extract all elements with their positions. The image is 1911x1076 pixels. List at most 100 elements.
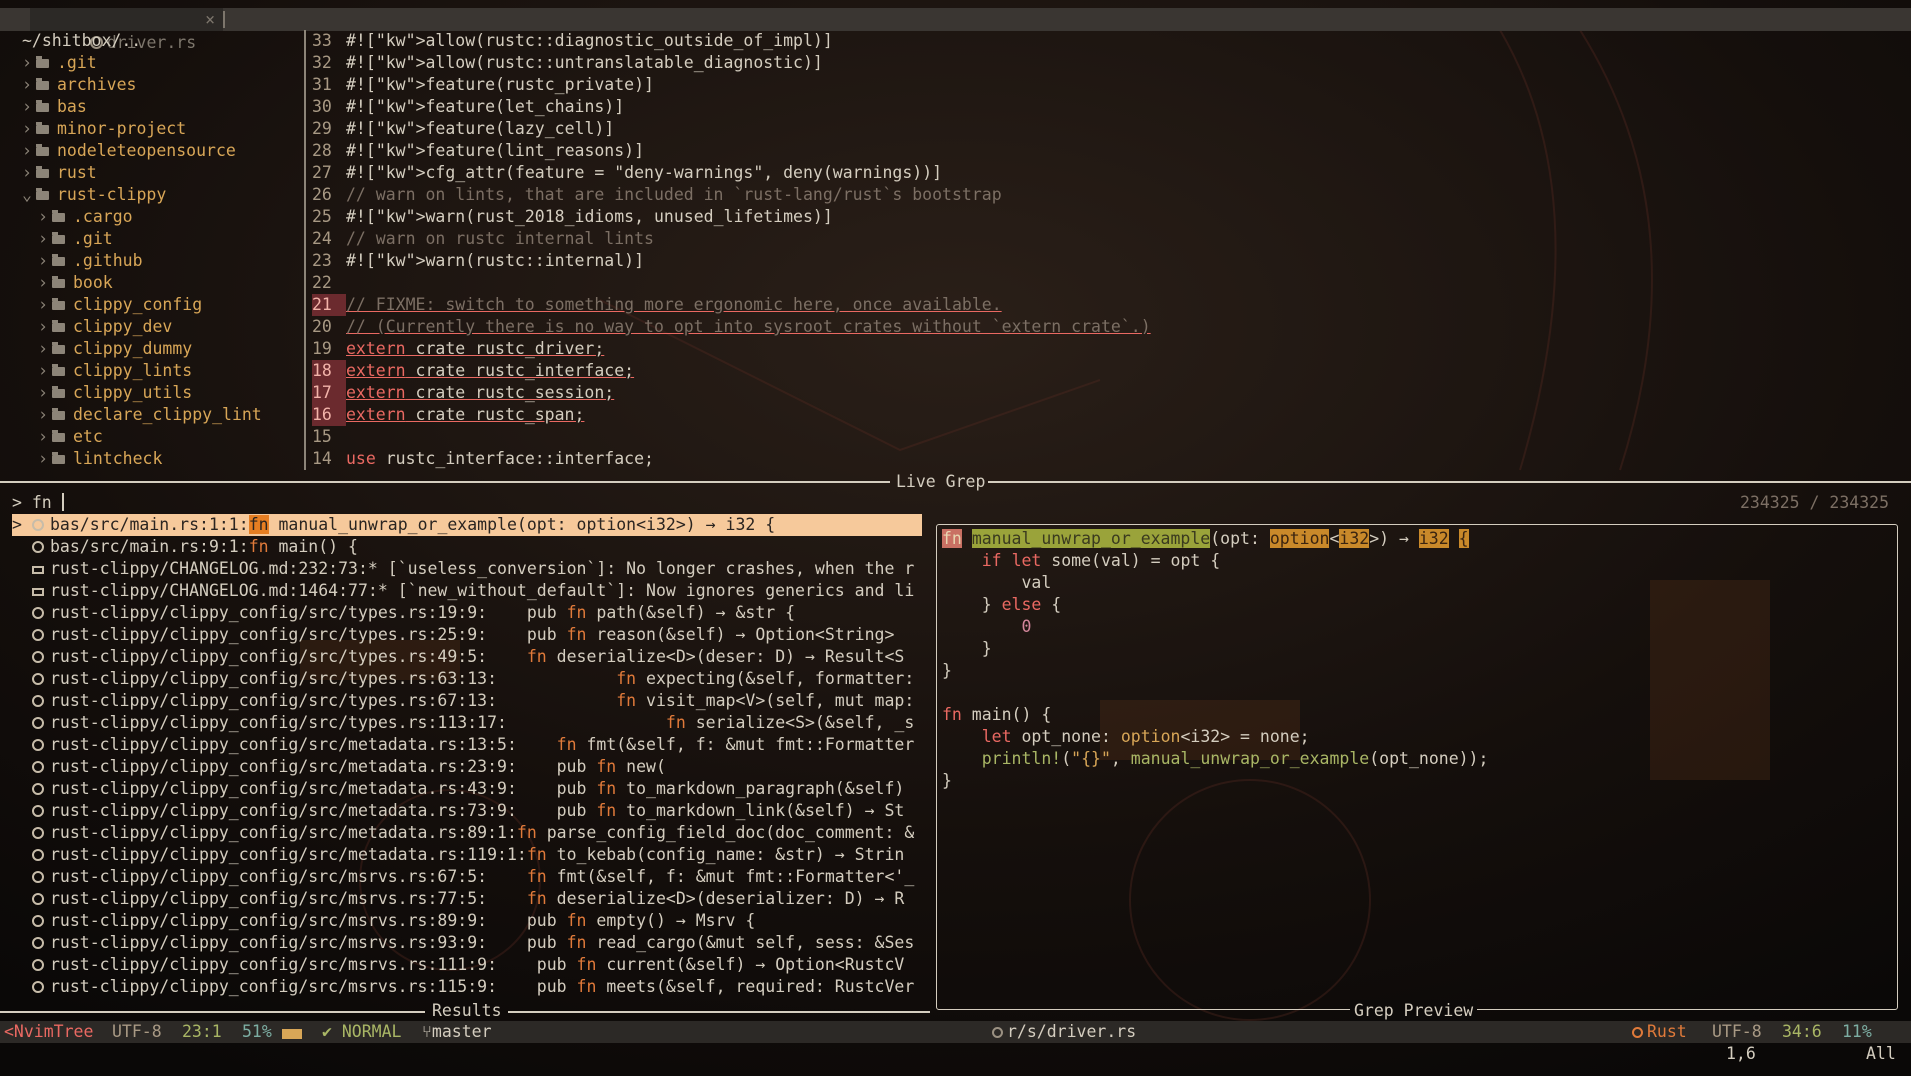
chevron-right-icon[interactable]: › xyxy=(38,404,52,426)
result-path: rust-clippy/clippy_config/src/metadata.r… xyxy=(50,757,517,776)
tree-item[interactable]: › .git xyxy=(38,228,113,250)
code-line: 15 xyxy=(312,426,1812,448)
git-branch[interactable]: ⑂master xyxy=(422,1021,492,1043)
result-row[interactable]: rust-clippy/CHANGELOG.md:1464:77:* [`new… xyxy=(12,580,922,602)
chevron-right-icon[interactable]: › xyxy=(38,272,52,294)
result-row[interactable]: > bas/src/main.rs:1:1:fn manual_unwrap_or… xyxy=(12,514,922,536)
result-row[interactable]: rust-clippy/clippy_config/src/types.rs:6… xyxy=(12,690,922,712)
grep-results-list[interactable]: > bas/src/main.rs:1:1:fn manual_unwrap_or… xyxy=(0,514,930,1014)
result-row[interactable]: rust-clippy/clippy_config/src/metadata.r… xyxy=(12,844,922,866)
rust-file-icon xyxy=(32,893,44,905)
tree-item-label: bas xyxy=(57,97,87,116)
tree-item-label: declare_clippy_lint xyxy=(73,405,262,424)
code-line: 20 // (Currently there is no way to opt i… xyxy=(312,316,1812,338)
tree-item[interactable]: › declare_clippy_lint xyxy=(38,404,262,426)
chevron-right-icon[interactable]: › xyxy=(22,162,36,184)
tree-item[interactable]: › .github xyxy=(38,250,143,272)
result-row[interactable]: rust-clippy/clippy_config/src/types.rs:2… xyxy=(12,624,922,646)
chevron-right-icon[interactable]: › xyxy=(22,118,36,140)
markdown-file-icon xyxy=(32,566,44,574)
tree-item[interactable]: › rust xyxy=(22,162,97,184)
result-row[interactable]: rust-clippy/clippy_config/src/msrvs.rs:6… xyxy=(12,866,922,888)
tree-item[interactable]: › .git xyxy=(22,52,97,74)
chevron-right-icon[interactable]: › xyxy=(38,206,52,228)
result-text: pub xyxy=(516,801,597,820)
chevron-right-icon[interactable]: › xyxy=(38,228,52,250)
chevron-right-icon[interactable]: › xyxy=(38,338,52,360)
tree-item-label: etc xyxy=(73,427,103,446)
chevron-right-icon[interactable]: › xyxy=(22,96,36,118)
result-path: rust-clippy/clippy_config/src/types.rs:2… xyxy=(50,625,488,644)
result-row[interactable]: rust-clippy/clippy_config/src/types.rs:1… xyxy=(12,602,922,624)
result-row[interactable]: rust-clippy/clippy_config/src/metadata.r… xyxy=(12,778,922,800)
result-row[interactable]: rust-clippy/clippy_config/src/metadata.r… xyxy=(12,800,922,822)
chevron-right-icon[interactable]: › xyxy=(38,316,52,338)
chevron-right-icon[interactable]: › xyxy=(38,448,52,470)
result-keyword: fn xyxy=(576,955,597,974)
result-row[interactable]: rust-clippy/clippy_config/src/metadata.r… xyxy=(12,822,922,844)
code-line: 27 #!["kw">cfg_attr(feature = "deny-warni… xyxy=(312,162,1812,184)
tree-item[interactable]: › book xyxy=(38,272,113,294)
tree-item[interactable]: › clippy_config xyxy=(38,294,202,316)
tree-item[interactable]: › minor-project xyxy=(22,118,186,140)
tree-item[interactable]: › nodeleteopensource xyxy=(22,140,236,162)
result-row[interactable]: rust-clippy/clippy_config/src/metadata.r… xyxy=(12,756,922,778)
rust-file-icon xyxy=(32,981,44,993)
tree-item[interactable]: › clippy_utils xyxy=(38,382,192,404)
code-text: use rustc_interface::interface; xyxy=(346,449,654,468)
chevron-right-icon[interactable]: › xyxy=(38,360,52,382)
result-row[interactable]: rust-clippy/clippy_config/src/types.rs:1… xyxy=(12,712,922,734)
status-encoding: UTF-8 xyxy=(1712,1022,1762,1041)
code-text: // warn on rustc internal lints xyxy=(346,229,654,248)
chevron-right-icon[interactable]: › xyxy=(38,382,52,404)
chevron-right-icon[interactable]: › xyxy=(38,426,52,448)
tree-item[interactable]: › archives xyxy=(22,74,136,96)
tree-item[interactable]: › clippy_lints xyxy=(38,360,192,382)
status-position: 34:6 xyxy=(1782,1022,1822,1041)
tab-driver-rs[interactable]: driver.rs × xyxy=(30,8,223,52)
chevron-right-icon[interactable]: › xyxy=(22,52,36,74)
chevron-right-icon[interactable]: › xyxy=(22,140,36,162)
chevron-right-icon[interactable]: › xyxy=(38,250,52,272)
tree-item[interactable]: › etc xyxy=(38,426,103,448)
tree-item[interactable]: › clippy_dev xyxy=(38,316,172,338)
result-path: rust-clippy/CHANGELOG.md:1464:77: xyxy=(50,581,378,600)
result-row[interactable]: rust-clippy/clippy_config/src/types.rs:4… xyxy=(12,646,922,668)
tree-item[interactable]: › .cargo xyxy=(38,206,133,228)
preview-line: } else { xyxy=(942,595,1062,614)
result-row[interactable]: rust-clippy/clippy_config/src/msrvs.rs:9… xyxy=(12,932,922,954)
tree-item[interactable]: › bas xyxy=(22,96,87,118)
live-grep-title: Live Grep xyxy=(896,472,986,491)
close-icon[interactable]: × xyxy=(205,8,215,31)
result-text xyxy=(487,647,527,666)
result-row[interactable]: rust-clippy/clippy_config/src/msrvs.rs:8… xyxy=(12,910,922,932)
result-row[interactable]: rust-clippy/clippy_config/src/msrvs.rs:1… xyxy=(12,976,922,998)
result-row[interactable]: rust-clippy/clippy_config/src/metadata.r… xyxy=(12,734,922,756)
result-row[interactable]: rust-clippy/clippy_config/src/msrvs.rs:1… xyxy=(12,954,922,976)
tree-root[interactable]: ~/shitbox/.. xyxy=(22,30,141,52)
split-divider[interactable] xyxy=(304,30,306,470)
result-text: * [`useless_conversion`]: No longer cras… xyxy=(367,559,915,578)
tree-item[interactable]: › clippy_dummy xyxy=(38,338,192,360)
code-editor[interactable]: 33 #!["kw">allow(rustc::diagnostic_outsid… xyxy=(312,30,1911,473)
code-text: // warn on lints, that are included in `… xyxy=(346,185,1002,204)
line-number: 19 xyxy=(312,339,332,358)
chevron-right-icon[interactable]: › xyxy=(22,74,36,96)
result-keyword: fn xyxy=(556,735,577,754)
grep-preview-label: Grep Preview xyxy=(1350,1000,1478,1022)
result-keyword: fn xyxy=(248,537,269,556)
tree-item[interactable]: ⌄ rust-clippy xyxy=(22,184,166,206)
code-text: #!["kw">allow(rustc::untranslatable_diag… xyxy=(346,53,823,72)
line-number: 28 xyxy=(312,141,332,160)
tree-item[interactable]: › lintcheck xyxy=(38,448,162,470)
result-row[interactable]: bas/src/main.rs:9:1:fn main() { xyxy=(12,536,922,558)
result-text: pub xyxy=(487,625,567,644)
chevron-down-icon[interactable]: ⌄ xyxy=(22,184,36,206)
rust-file-icon xyxy=(992,1027,1003,1038)
result-row[interactable]: rust-clippy/clippy_config/src/msrvs.rs:7… xyxy=(12,888,922,910)
grep-search-input[interactable]: > fn xyxy=(12,492,64,514)
chevron-right-icon[interactable]: › xyxy=(38,294,52,316)
result-row[interactable]: rust-clippy/clippy_config/src/types.rs:6… xyxy=(12,668,922,690)
command-line[interactable]: 1,6 All xyxy=(0,1043,1911,1065)
result-row[interactable]: rust-clippy/CHANGELOG.md:232:73:* [`usel… xyxy=(12,558,922,580)
